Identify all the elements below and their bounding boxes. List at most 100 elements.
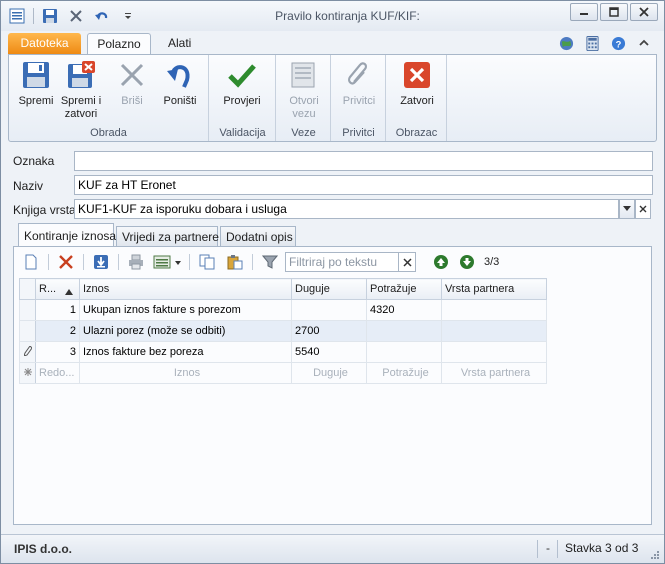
column-header-iznos[interactable]: Iznos: [79, 278, 292, 300]
new-row-potrazuje-placeholder[interactable]: Potražuje: [366, 362, 442, 384]
restore-button[interactable]: [600, 3, 628, 21]
table-row[interactable]: 1 Ukupan iznos fakture s porezom 4320: [19, 299, 547, 321]
row-indicator[interactable]: [19, 341, 36, 363]
tab-polazno[interactable]: Polazno: [87, 33, 151, 55]
filter-clear-button[interactable]: [399, 252, 416, 272]
knjiga-vrsta-label: Knjiga vrsta: [13, 203, 76, 217]
chevron-down-icon: [623, 206, 631, 211]
collapse-ribbon-icon[interactable]: [636, 35, 652, 51]
window-controls: [570, 3, 658, 21]
cell-vrsta-partnera[interactable]: [441, 299, 547, 321]
ribbon: Spremi Spremi i zatvori Briši Poništi Ob…: [8, 54, 657, 142]
naziv-input[interactable]: KUF za HT Eronet: [74, 175, 653, 195]
spremi-button[interactable]: Spremi: [14, 59, 58, 108]
cell-potrazuje[interactable]: [366, 341, 442, 363]
toolbar-separator: [48, 254, 49, 270]
table-row[interactable]: 3 Iznos fakture bez poreza 5540: [19, 341, 547, 363]
column-header-vrsta-partnera[interactable]: Vrsta partnera: [441, 278, 547, 300]
otvori-vezu-button[interactable]: Otvori vezu: [281, 59, 327, 121]
check-mark-icon: [226, 59, 258, 91]
export-excel-icon[interactable]: [153, 251, 183, 273]
group-label-veze: Veze: [291, 127, 316, 139]
minimize-button[interactable]: [570, 3, 598, 21]
ribbon-tab-bar: Datoteka Polazno Alati ?: [1, 31, 664, 55]
cell-vrsta-partnera[interactable]: [441, 341, 547, 363]
row-indicator[interactable]: [19, 299, 36, 321]
sort-ascending-icon: [65, 289, 73, 295]
record-position: Stavka 3 od 3: [565, 541, 639, 555]
filter-input[interactable]: Filtriraj po tekstu: [285, 252, 399, 272]
download-icon[interactable]: [90, 251, 112, 273]
tab-dodatni-opis[interactable]: Dodatni opis: [220, 226, 296, 247]
new-row-redoslijed-placeholder[interactable]: Redo...: [35, 362, 80, 384]
spremi-i-label: Spremi i: [60, 95, 102, 107]
calculator-icon[interactable]: [584, 35, 600, 51]
combo-dropdown-button[interactable]: [619, 199, 635, 219]
row-indicator[interactable]: [19, 320, 36, 342]
ribbon-group-obrada: Spremi Spremi i zatvori Briši Poništi Ob…: [9, 55, 209, 141]
tab-datoteka[interactable]: Datoteka: [8, 33, 81, 54]
column-header-duguje[interactable]: Duguje: [291, 278, 367, 300]
title-bar: Pravilo kontiranja KUF/KIF:: [1, 1, 664, 31]
globe-icon[interactable]: [558, 35, 574, 51]
cell-redoslijed[interactable]: 1: [35, 299, 80, 321]
cell-iznos[interactable]: Iznos fakture bez poreza: [79, 341, 292, 363]
column-header-redoslijed[interactable]: R...: [35, 278, 80, 300]
spremi-i-zatvori-button[interactable]: Spremi i zatvori: [58, 59, 104, 121]
cell-iznos[interactable]: Ulazni porez (može se odbiti): [79, 320, 292, 342]
tab-alati[interactable]: Alati: [156, 33, 203, 55]
ponisti-button[interactable]: Poništi: [157, 59, 203, 108]
new-row[interactable]: Redo... Iznos Duguje Potražuje Vrsta par…: [19, 362, 547, 384]
cell-vrsta-partnera[interactable]: [441, 320, 547, 342]
status-bar: IPIS d.o.o. - Stavka 3 od 3: [1, 534, 664, 563]
cell-potrazuje[interactable]: [366, 320, 442, 342]
filter-icon[interactable]: [259, 251, 281, 273]
previous-record-icon[interactable]: [430, 251, 452, 273]
grid-header-row: R... Iznos Duguje Potražuje Vrsta partne…: [19, 278, 547, 300]
open-link-icon: [288, 59, 320, 91]
row-indicator[interactable]: [19, 362, 36, 384]
status-dash: -: [546, 541, 550, 555]
ponisti-label: Poništi: [163, 95, 197, 107]
privitci-button[interactable]: Privitci: [336, 59, 382, 108]
status-separator: [557, 540, 558, 558]
new-row-icon[interactable]: [20, 251, 42, 273]
paste-icon[interactable]: [224, 251, 246, 273]
table-row[interactable]: 2 Ulazni porez (može se odbiti) 2700: [19, 320, 547, 342]
privitci-label: Privitci: [342, 95, 376, 107]
next-record-icon[interactable]: [456, 251, 478, 273]
new-row-iznos-placeholder[interactable]: Iznos: [79, 362, 292, 384]
new-row-vrsta-partnera-placeholder[interactable]: Vrsta partnera: [441, 362, 547, 384]
oznaka-input[interactable]: [74, 151, 653, 171]
copy-icon[interactable]: [196, 251, 218, 273]
knjiga-vrsta-combo[interactable]: KUF1-KUF za isporuku dobara i usluga: [74, 199, 619, 219]
cell-potrazuje[interactable]: 4320: [366, 299, 442, 321]
kontiranje-grid: R... Iznos Duguje Potražuje Vrsta partne…: [19, 278, 547, 384]
cell-redoslijed[interactable]: 2: [35, 320, 80, 342]
cell-iznos[interactable]: Ukupan iznos fakture s porezom: [79, 299, 292, 321]
brisi-button[interactable]: Briši: [112, 59, 152, 108]
combo-clear-button[interactable]: [635, 199, 651, 219]
tab-vrijedi-za-partnere[interactable]: Vrijedi za partnere: [116, 226, 219, 247]
delete-row-icon[interactable]: [55, 251, 77, 273]
cell-duguje[interactable]: [291, 299, 367, 321]
cell-duguje[interactable]: 2700: [291, 320, 367, 342]
kontiranje-panel: Filtriraj po tekstu 3/3 R... Iznos Duguj…: [13, 246, 652, 525]
toolbar-separator: [118, 254, 119, 270]
pencil-edit-icon: [22, 344, 33, 357]
help-icon[interactable]: ?: [610, 35, 626, 51]
cell-duguje[interactable]: 5540: [291, 341, 367, 363]
grid-toolbar: Filtriraj po tekstu 3/3: [20, 250, 646, 274]
print-icon[interactable]: [125, 251, 147, 273]
cell-redoslijed[interactable]: 3: [35, 341, 80, 363]
otvori-label: Otvori: [289, 95, 319, 107]
new-row-duguje-placeholder[interactable]: Duguje: [291, 362, 367, 384]
provjeri-button[interactable]: Provjeri: [216, 59, 268, 108]
tab-kontiranje-iznosa[interactable]: Kontiranje iznosa: [18, 223, 116, 248]
column-header-potrazuje[interactable]: Potražuje: [366, 278, 442, 300]
clear-x-icon: [639, 205, 647, 213]
zatvori-button[interactable]: Zatvori: [393, 59, 441, 108]
resize-grip-icon[interactable]: [650, 550, 660, 560]
brisi-label: Briši: [121, 95, 143, 107]
close-button[interactable]: [630, 3, 658, 21]
